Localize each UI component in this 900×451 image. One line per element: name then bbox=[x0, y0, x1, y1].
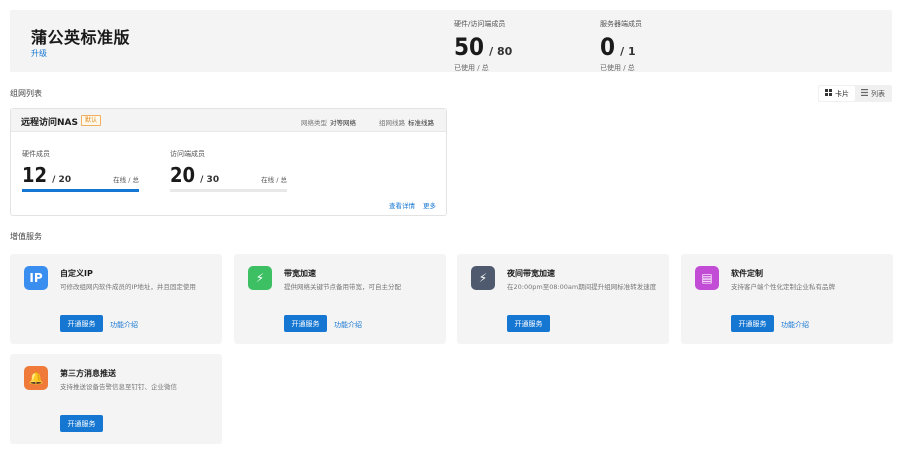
bell-icon: 🔔 bbox=[24, 366, 48, 390]
ip-icon: IP bbox=[24, 266, 48, 290]
stat-used: 50 bbox=[454, 33, 485, 61]
stat-label: 硬件/访问端成员 bbox=[454, 20, 506, 28]
view-toggle: 卡片 列表 bbox=[818, 85, 892, 102]
server-members-stat: 服务器端成员 0 / 1 已使用 / 总 bbox=[600, 19, 642, 73]
feature-intro-link[interactable]: 功能介绍 bbox=[781, 320, 809, 330]
stat-total: / 1 bbox=[620, 45, 636, 58]
network-type-label: 网络类型 bbox=[301, 119, 327, 127]
network-card-links: 查看详情 更多 bbox=[389, 200, 436, 210]
member-total: / 30 bbox=[200, 175, 220, 185]
service-card-custom-software: ▤ 软件定制 支持客户端个性化定制企业私有品牌 开通服务 功能介绍 bbox=[681, 254, 893, 344]
member-online: 12 bbox=[22, 163, 48, 187]
service-title: 软件定制 bbox=[731, 269, 763, 278]
open-service-button[interactable]: 开通服务 bbox=[284, 315, 327, 332]
member-progress-fill bbox=[22, 189, 139, 192]
feature-intro-link[interactable]: 功能介绍 bbox=[334, 320, 362, 330]
service-desc: 支持客户端个性化定制企业私有品牌 bbox=[731, 283, 835, 291]
service-card-custom-ip: IP 自定义IP 可修改组网内软件成员的IP地址，并且固定使用 开通服务 功能介… bbox=[10, 254, 222, 344]
member-total: / 20 bbox=[52, 175, 72, 185]
open-service-button[interactable]: 开通服务 bbox=[60, 315, 103, 332]
network-card[interactable]: 远程访问NAS 默认 网络类型 对等网络 组网线路 标准线路 硬件成员 12 / 2… bbox=[10, 108, 447, 216]
network-name: 远程访问NAS bbox=[21, 118, 78, 128]
network-line: 组网线路 标准线路 bbox=[379, 117, 434, 127]
member-label: 硬件成员 bbox=[22, 150, 50, 158]
network-type-value: 对等网络 bbox=[330, 119, 356, 127]
open-service-button[interactable]: 开通服务 bbox=[731, 315, 774, 332]
open-service-button[interactable]: 开通服务 bbox=[507, 315, 550, 332]
service-title: 自定义IP bbox=[60, 269, 93, 278]
night-lightning-icon: ⚡ bbox=[471, 266, 495, 290]
feature-intro-link[interactable]: 功能介绍 bbox=[110, 320, 138, 330]
service-card-message-push: 🔔 第三方消息推送 支持推送设备告警信息至钉钉、企业微信 开通服务 bbox=[10, 354, 222, 444]
service-desc: 在20:00pm至08:00am期间提升组网标准转发速度 bbox=[507, 283, 657, 291]
view-details-link[interactable]: 查看详情 bbox=[389, 200, 415, 210]
service-title: 带宽加速 bbox=[284, 269, 316, 278]
service-desc: 支持推送设备告警信息至钉钉、企业微信 bbox=[60, 383, 177, 391]
member-status-label: 在线 / 总 bbox=[261, 176, 287, 184]
lightning-icon: ⚡ bbox=[248, 266, 272, 290]
upgrade-link[interactable]: 升级 bbox=[31, 48, 47, 59]
network-line-label: 组网线路 bbox=[379, 119, 405, 127]
service-title: 夜间带宽加速 bbox=[507, 269, 555, 278]
hardware-members: 硬件成员 12 / 20 在线 / 总 bbox=[22, 149, 139, 192]
hardware-access-members-stat: 硬件/访问端成员 50 / 80 已使用 / 总 bbox=[454, 19, 512, 73]
list-icon bbox=[861, 89, 868, 98]
service-title: 第三方消息推送 bbox=[60, 369, 116, 378]
open-service-button[interactable]: 开通服务 bbox=[60, 415, 103, 432]
member-progress-bar bbox=[22, 189, 139, 192]
member-label: 访问端成员 bbox=[170, 150, 205, 158]
stat-total: / 80 bbox=[489, 45, 513, 58]
member-online: 20 bbox=[170, 163, 196, 187]
service-desc: 提供网络关键节点备用带宽，可自主分配 bbox=[284, 283, 401, 291]
card-view-button[interactable]: 卡片 bbox=[819, 86, 855, 101]
stat-used: 0 bbox=[600, 33, 616, 61]
default-badge: 默认 bbox=[81, 115, 102, 126]
list-view-label: 列表 bbox=[871, 89, 885, 98]
stat-sub: 已使用 / 总 bbox=[600, 64, 635, 72]
service-desc: 可修改组网内软件成员的IP地址，并且固定使用 bbox=[60, 283, 196, 291]
member-progress-bar bbox=[170, 189, 287, 192]
service-card-night-bandwidth: ⚡ 夜间带宽加速 在20:00pm至08:00am期间提升组网标准转发速度 开通… bbox=[457, 254, 669, 344]
network-type: 网络类型 对等网络 bbox=[301, 117, 356, 127]
network-card-header: 远程访问NAS 默认 网络类型 对等网络 组网线路 标准线路 bbox=[11, 109, 446, 132]
plan-name: 蒲公英标准版 bbox=[31, 28, 131, 47]
access-members: 访问端成员 20 / 30 在线 / 总 bbox=[170, 149, 287, 192]
custom-software-icon: ▤ bbox=[695, 266, 719, 290]
stat-label: 服务器端成员 bbox=[600, 20, 642, 28]
services-title: 增值服务 bbox=[10, 232, 42, 241]
member-status-label: 在线 / 总 bbox=[113, 176, 139, 184]
card-view-label: 卡片 bbox=[835, 89, 849, 98]
plan-summary: 蒲公英标准版 升级 硬件/访问端成员 50 / 80 已使用 / 总 服务器端成… bbox=[10, 10, 892, 72]
grid-icon bbox=[825, 89, 832, 98]
network-line-value: 标准线路 bbox=[408, 119, 434, 127]
list-view-button[interactable]: 列表 bbox=[855, 86, 891, 101]
service-card-bandwidth: ⚡ 带宽加速 提供网络关键节点备用带宽，可自主分配 开通服务 功能介绍 bbox=[234, 254, 446, 344]
stat-sub: 已使用 / 总 bbox=[454, 64, 489, 72]
network-list-title: 组网列表 bbox=[10, 89, 42, 98]
more-link[interactable]: 更多 bbox=[423, 200, 436, 210]
